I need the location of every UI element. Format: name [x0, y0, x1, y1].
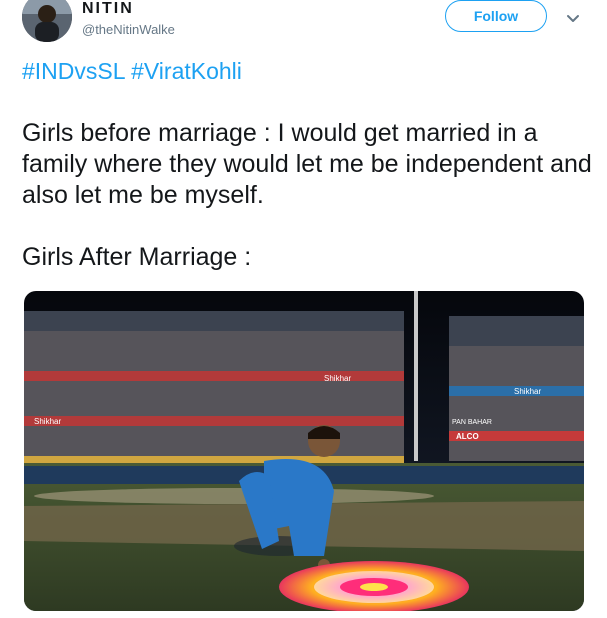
tweet-media-image[interactable]: Shikhar Shikhar Shikhar PAN BAHAR ALCO: [24, 291, 584, 611]
hashtags: #INDvsSL #ViratKohli: [22, 58, 242, 85]
banner-text: Shikhar: [34, 417, 61, 426]
banner-text: Shikhar: [514, 387, 541, 396]
tweet-text: Girls before marriage : I would get marr…: [22, 118, 592, 273]
chevron-down-icon[interactable]: [563, 8, 583, 28]
banner-text: PAN BAHAR: [452, 419, 492, 426]
hashtag-link[interactable]: #ViratKohli: [131, 58, 242, 84]
author-handle[interactable]: @theNitinWalke: [82, 22, 175, 37]
avatar[interactable]: [22, 0, 72, 42]
banner-text: ALCO: [456, 432, 479, 441]
banner-text: Shikhar: [324, 374, 351, 383]
tweet-text-line: Girls After Marriage :: [22, 243, 252, 271]
hashtag-link[interactable]: #INDvsSL: [22, 58, 125, 84]
author-display-name[interactable]: NITIN: [82, 0, 134, 18]
follow-button[interactable]: Follow: [445, 0, 547, 32]
tweet-header: NITIN @theNitinWalke Follow: [0, 0, 607, 50]
tweet-text-line: Girls before marriage : I would get marr…: [22, 119, 592, 209]
